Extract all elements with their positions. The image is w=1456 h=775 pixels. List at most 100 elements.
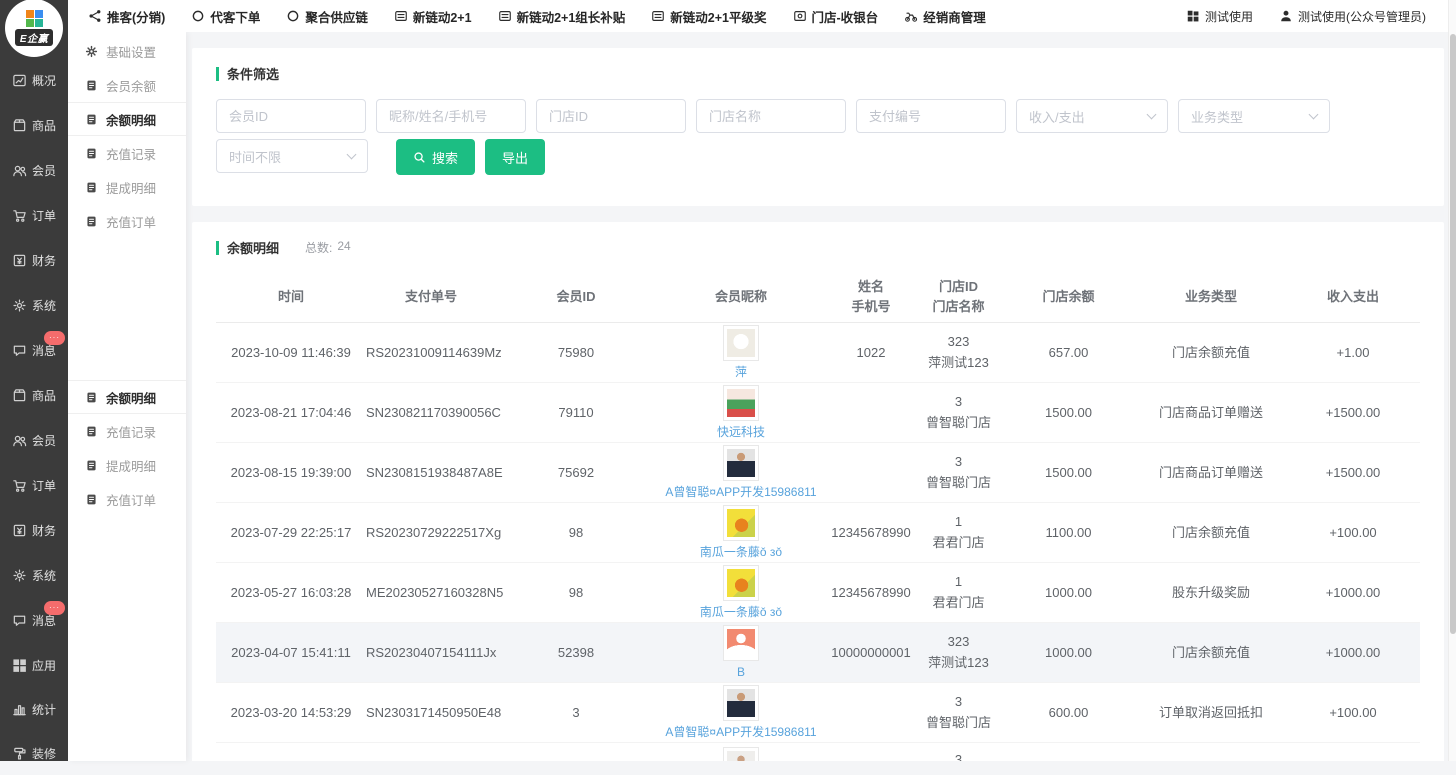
topnav-label: 门店-收银台 (812, 7, 879, 26)
cell-time: 2023-07-29 22:25:17 (216, 523, 366, 543)
nickname-input[interactable] (376, 99, 526, 133)
cell-member-id: 98 (496, 523, 656, 543)
sidebar-item-order[interactable]: 订单 (0, 193, 68, 238)
sidebar-item-stats[interactable]: 统计 (0, 687, 68, 731)
biz-type-select[interactable]: 业务类型 (1178, 99, 1330, 133)
nickname-link[interactable]: 南瓜一条藤ǒ зǒ (700, 603, 782, 621)
cell-phone: 12345678990 (826, 523, 916, 543)
cell-amount: +100.00 (1286, 703, 1420, 723)
sidebar-item-finance[interactable]: 财务 (0, 238, 68, 283)
col-header-pay-no: 支付单号 (366, 287, 496, 307)
sidebar-item-apps[interactable]: 应用 (0, 643, 68, 687)
secondary-sidebar: 基础设置 会员余额 余额明细 充值记录 提成明细 充值订单 余额明细 (68, 32, 186, 761)
message-badge: ··· (44, 601, 65, 615)
store-id-input[interactable] (536, 99, 686, 133)
table-row[interactable]: 2023-04-07 15:41:11 RS20230407154111Jx 5… (216, 623, 1420, 683)
sidebar-item-system[interactable]: 系统 (0, 283, 68, 328)
topbar-user-area: 测试使用 测试使用(公众号管理员) (1186, 8, 1426, 25)
time-range-select[interactable]: 时间不限 (216, 139, 368, 173)
table-row[interactable]: 2023-10-09 11:46:39 RS20231009114639Mz 7… (216, 323, 1420, 383)
cell-pay-no: RS20230729222517Xg (366, 523, 496, 543)
sidebar-item-member[interactable]: 会员 (0, 148, 68, 193)
nickname-link[interactable]: B (737, 663, 745, 681)
members-icon (12, 163, 27, 178)
nickname-link[interactable]: A曾智聪¤APP开发15986811 (665, 723, 816, 741)
panel-icon (651, 9, 665, 23)
sidebar-item-order[interactable]: 订单 (0, 463, 68, 508)
topnav-item-proxy-order[interactable]: 代客下单 (191, 7, 260, 26)
filter-row-2: 时间不限 搜索 导出 (216, 139, 1420, 175)
inout-select[interactable]: 收入/支出 (1016, 99, 1168, 133)
sidebar-item-member[interactable]: 会员 (0, 418, 68, 463)
table-row[interactable]: 2023-08-21 17:04:46 SN230821170390056C 7… (216, 383, 1420, 443)
col-header-store-balance: 门店余额 (1001, 287, 1136, 307)
sidebar-item-finance[interactable]: 财务 (0, 508, 68, 553)
account-menu[interactable]: 测试使用(公众号管理员) (1279, 8, 1426, 25)
topnav-label: 新链动2+1组长补贴 (517, 7, 626, 26)
total-label: 总数: (305, 239, 332, 256)
topnav-item-distribution[interactable]: 推客(分销) (88, 7, 165, 26)
table-row[interactable]: 2023-08-15 19:39:00 SN2308151938487A8E 7… (216, 443, 1420, 503)
submenu-item-balance-detail[interactable]: 余额明细 (68, 380, 186, 414)
member-id-input[interactable] (216, 99, 366, 133)
ledger-icon (85, 391, 98, 404)
page-scrollbar[interactable] (1448, 0, 1456, 761)
table-title: 余额明细 (216, 238, 279, 257)
submenu-item-recharge-record[interactable]: 充值记录 (68, 414, 186, 448)
search-button[interactable]: 搜索 (396, 139, 475, 175)
topnav-item-chain-21-peer[interactable]: 新链动2+1平级奖 (651, 7, 766, 26)
topnav-item-chain-21-leader[interactable]: 新链动2+1组长补贴 (498, 7, 626, 26)
store-id: 323 (916, 632, 1001, 652)
sidebar-item-message[interactable]: 消息 ··· (0, 328, 68, 373)
sidebar-item-message[interactable]: 消息 ··· (0, 598, 68, 643)
submenu-item-commission-detail[interactable]: 提成明细 (68, 448, 186, 482)
table-header: 时间 支付单号 会员ID 会员昵称 姓名 手机号 门店ID 门店名称 门店余额 … (216, 271, 1420, 323)
submenu-item-label: 充值记录 (106, 144, 156, 163)
nickname-link[interactable]: 萍 (735, 363, 747, 381)
inout-select-value: 收入/支出 (1029, 107, 1085, 126)
sidebar-item-system[interactable]: 系统 (0, 553, 68, 598)
sidebar-item-decorate[interactable]: 装修 (0, 731, 68, 775)
sidebar-item-goods[interactable]: 商品 (0, 103, 68, 148)
pay-no-input[interactable] (856, 99, 1006, 133)
topnav-item-dealer[interactable]: 经销商管理 (904, 7, 986, 26)
topnav-item-cashier[interactable]: 门店-收银台 (793, 7, 879, 26)
table-row[interactable]: 2023-03-20 14:53:29 SN2303171450950E48 3… (216, 683, 1420, 743)
search-button-label: 搜索 (432, 148, 458, 167)
cell-store: 323 萍测试123 (916, 632, 1001, 672)
table-row[interactable]: 2023-07-29 22:25:17 RS20230729222517Xg 9… (216, 503, 1420, 563)
submenu-item-commission-detail[interactable]: 提成明细 (68, 170, 186, 204)
nickname-link[interactable]: 快远科技 (717, 423, 765, 441)
store-name: 曾智聪门店 (916, 713, 1001, 733)
nickname-link[interactable]: A曾智聪¤APP开发15986811 (665, 483, 816, 501)
app-logo[interactable]: E企赢 (5, 0, 63, 57)
cell-nickname: 南瓜一条藤ǒ зǒ (656, 505, 826, 561)
top-navigation: 推客(分销) 代客下单 聚合供应链 新链动2+1 新链动2+1组长补贴 新链动2… (88, 7, 986, 26)
message-chat-icon (12, 613, 27, 628)
export-button[interactable]: 导出 (485, 139, 545, 175)
sidebar-item-goods[interactable]: 商品 (0, 373, 68, 418)
ledger-icon (85, 79, 98, 92)
scrollbar-thumb[interactable] (1450, 34, 1456, 634)
store-name-input[interactable] (696, 99, 846, 133)
submenu-item-member-balance[interactable]: 会员余额 (68, 68, 186, 102)
cell-member-id: 3 (496, 703, 656, 723)
table-row[interactable]: 3 (216, 743, 1420, 761)
table-row[interactable]: 2023-05-27 16:03:28 ME20230527160328N5 9… (216, 563, 1420, 623)
member-avatar (723, 685, 759, 721)
member-avatar (723, 445, 759, 481)
topnav-item-chain-21[interactable]: 新链动2+1 (394, 7, 472, 26)
topnav-item-supply-chain[interactable]: 聚合供应链 (286, 7, 368, 26)
submenu-item-recharge-order[interactable]: 充值订单 (68, 204, 186, 238)
panel-icon (498, 9, 512, 23)
nickname-link[interactable]: 南瓜一条藤ǒ зǒ (700, 543, 782, 561)
filter-title: 条件筛选 (216, 64, 1420, 83)
test-use-menu[interactable]: 测试使用 (1186, 8, 1253, 25)
submenu-item-recharge-record[interactable]: 充值记录 (68, 136, 186, 170)
submenu-item-basic-settings[interactable]: 基础设置 (68, 34, 186, 68)
sidebar-item-overview[interactable]: 概况 (0, 58, 68, 103)
submenu-item-recharge-order[interactable]: 充值订单 (68, 482, 186, 516)
message-chat-icon (12, 343, 27, 358)
submenu-item-balance-detail[interactable]: 余额明细 (68, 102, 186, 136)
store-name: 萍测试123 (916, 653, 1001, 673)
